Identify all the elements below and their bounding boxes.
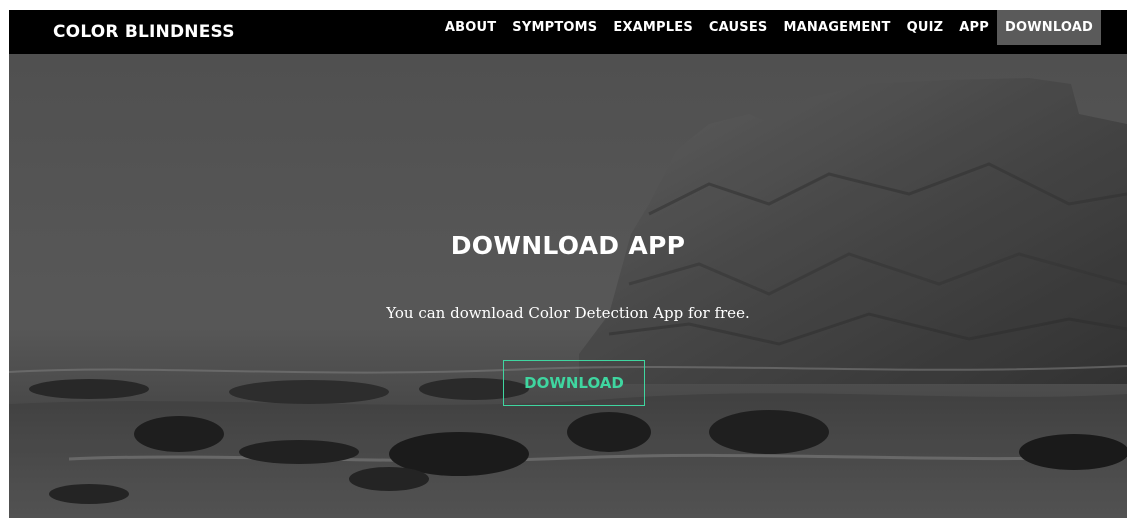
page-frame: COLOR BLINDNESS ABOUT SYMPTOMS EXAMPLES … <box>9 10 1127 518</box>
top-navbar: COLOR BLINDNESS ABOUT SYMPTOMS EXAMPLES … <box>9 10 1127 54</box>
nav-item-app[interactable]: APP <box>951 10 997 45</box>
nav-item-quiz[interactable]: QUIZ <box>899 10 952 45</box>
hero-background-image <box>9 54 1127 518</box>
nav-item-examples[interactable]: EXAMPLES <box>605 10 701 45</box>
site-brand[interactable]: COLOR BLINDNESS <box>53 10 235 54</box>
hero-subtitle: You can download Color Detection App for… <box>386 304 750 322</box>
hero-title: DOWNLOAD APP <box>450 231 686 260</box>
nav-item-management[interactable]: MANAGEMENT <box>776 10 899 45</box>
nav-item-about[interactable]: ABOUT <box>437 10 504 45</box>
nav-item-causes[interactable]: CAUSES <box>701 10 776 45</box>
main-nav: ABOUT SYMPTOMS EXAMPLES CAUSES MANAGEMEN… <box>437 10 1101 45</box>
nav-item-download[interactable]: DOWNLOAD <box>996 10 1101 45</box>
hero-section: DOWNLOAD APP You can download Color Dete… <box>9 54 1127 518</box>
nav-item-symptoms[interactable]: SYMPTOMS <box>504 10 605 45</box>
download-button[interactable]: DOWNLOAD <box>503 360 645 406</box>
